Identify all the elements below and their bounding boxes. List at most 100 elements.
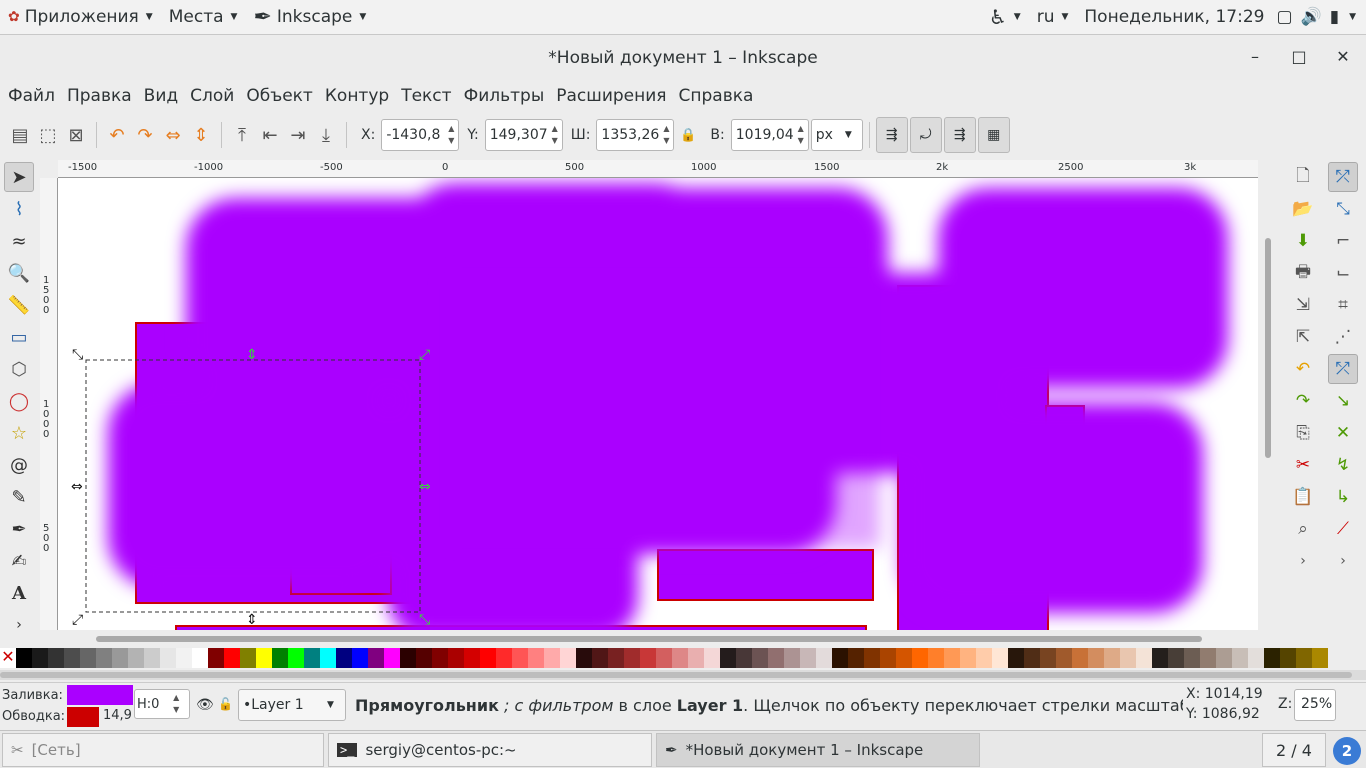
snap-nodes-icon[interactable]: ⤱ (1328, 354, 1358, 384)
color-swatch[interactable] (608, 648, 624, 668)
flip-vertical-icon[interactable]: ⇕ (187, 121, 215, 149)
horizontal-scroll-thumb[interactable] (96, 636, 1202, 642)
rectangle-shape[interactable] (657, 549, 874, 601)
color-swatch[interactable] (1008, 648, 1024, 668)
maximize-button[interactable]: □ (1289, 47, 1309, 66)
move-patterns-toggle[interactable]: ▦ (977, 117, 1010, 153)
vertical-ruler[interactable]: 1500 1000 500 (40, 178, 58, 630)
rectangle-tool-icon[interactable]: ▭ (4, 322, 34, 352)
lower-to-bottom-icon[interactable]: ⤓ (312, 121, 340, 149)
color-swatch[interactable] (1088, 648, 1104, 668)
color-swatch[interactable] (1184, 648, 1200, 668)
color-swatch[interactable] (128, 648, 144, 668)
layer-visibility-icon[interactable]: 👁 (196, 697, 214, 713)
copy-icon[interactable]: ⎘ (1288, 418, 1318, 448)
save-icon[interactable]: ⬇ (1288, 226, 1318, 256)
color-swatch[interactable] (880, 648, 896, 668)
color-swatch[interactable] (848, 648, 864, 668)
color-swatch[interactable] (80, 648, 96, 668)
snap-guides-icon[interactable]: ⟋ (1328, 514, 1358, 544)
menu-help[interactable]: Справка (673, 80, 760, 112)
window-icon[interactable]: ▢ (1272, 0, 1296, 35)
snap-paths-icon[interactable]: ↘ (1328, 386, 1358, 416)
flip-horizontal-icon[interactable]: ⇔ (159, 121, 187, 149)
color-swatch[interactable] (1040, 648, 1056, 668)
color-swatch[interactable] (368, 648, 384, 668)
zoom-tool-icon[interactable]: 🔍 (4, 258, 34, 288)
layer-lock-icon[interactable]: 🔓 (218, 697, 233, 711)
lower-icon[interactable]: ⇥ (284, 121, 312, 149)
color-swatch[interactable] (1104, 648, 1120, 668)
color-swatch[interactable] (752, 648, 768, 668)
color-swatch[interactable] (352, 648, 368, 668)
tweak-tool-icon[interactable]: ≈ (4, 226, 34, 256)
opacity-stepper-icon[interactable]: ▲ ▼ (173, 692, 179, 716)
color-swatch[interactable] (16, 648, 32, 668)
color-swatch[interactable] (864, 648, 880, 668)
color-swatch[interactable] (336, 648, 352, 668)
color-swatch[interactable] (1216, 648, 1232, 668)
color-swatch[interactable] (1072, 648, 1088, 668)
width-stepper-icon[interactable]: ▲ ▼ (659, 123, 673, 147)
color-swatch[interactable] (304, 648, 320, 668)
snap-bbox-edges-icon[interactable]: ⌐ (1328, 226, 1358, 256)
color-swatch[interactable] (976, 648, 992, 668)
vertical-scrollbar[interactable] (1260, 178, 1274, 630)
color-swatch[interactable] (896, 648, 912, 668)
rotate-ccw-icon[interactable]: ↶ (103, 121, 131, 149)
menu-layer[interactable]: Слой (184, 80, 240, 112)
stroke-width-value[interactable]: 14,9 (103, 708, 132, 723)
more-commands-icon[interactable]: › (1288, 546, 1318, 576)
color-swatch[interactable] (528, 648, 544, 668)
menu-extensions[interactable]: Расширения (550, 80, 672, 112)
unit-select[interactable]: px ▼ (810, 119, 863, 151)
height-stepper-icon[interactable]: ▲ ▼ (794, 123, 808, 147)
measure-tool-icon[interactable]: 📏 (4, 290, 34, 320)
3d-box-tool-icon[interactable]: ⬡ (4, 354, 34, 384)
horizontal-scrollbar[interactable] (58, 632, 1258, 646)
star-tool-icon[interactable]: ☆ (4, 418, 34, 448)
horizontal-ruler[interactable]: -1500 -1000 -500 0 500 1000 1500 2k 2500… (58, 160, 1258, 178)
selector-tool-icon[interactable]: ➤ (4, 162, 34, 192)
places-menu[interactable]: Места ▼ (161, 0, 246, 35)
snap-bbox-corners-icon[interactable]: ⌙ (1328, 258, 1358, 288)
color-swatch[interactable] (672, 648, 688, 668)
zoom-field[interactable]: 25% (1294, 689, 1336, 721)
select-all-layers-icon[interactable]: ⬚ (34, 121, 62, 149)
print-icon[interactable]: 🖶 (1288, 258, 1318, 288)
color-swatch[interactable] (512, 648, 528, 668)
zoom-fit-icon[interactable]: ⌕ (1288, 514, 1318, 544)
color-swatch[interactable] (1120, 648, 1136, 668)
palette-scrollbar[interactable] (0, 670, 1366, 680)
calligraphy-tool-icon[interactable]: ✍ (4, 546, 34, 576)
y-stepper-icon[interactable]: ▲ ▼ (548, 123, 562, 147)
color-swatch[interactable] (192, 648, 208, 668)
system-menu[interactable]: ▼ (1343, 0, 1366, 35)
color-swatch[interactable] (688, 648, 704, 668)
color-swatch[interactable] (576, 648, 592, 668)
menu-file[interactable]: Файл (2, 80, 61, 112)
task-network[interactable]: ✂ [Сеть] (2, 733, 324, 767)
export-icon[interactable]: ⇱ (1288, 322, 1318, 352)
active-app-menu[interactable]: ✒ Inkscape ▼ (245, 0, 374, 35)
color-swatch[interactable] (1200, 648, 1216, 668)
color-swatch[interactable] (432, 648, 448, 668)
color-swatch[interactable] (544, 648, 560, 668)
more-tools-icon[interactable]: › (4, 610, 34, 640)
blurred-rectangle-shape[interactable] (903, 403, 1203, 613)
raise-icon[interactable]: ⇤ (256, 121, 284, 149)
snap-bbox-icon[interactable]: ⤡ (1328, 194, 1358, 224)
snap-bbox-midpoints-icon[interactable]: ⌗ (1328, 290, 1358, 320)
menu-path[interactable]: Контур (319, 80, 395, 112)
menu-edit[interactable]: Правка (61, 80, 138, 112)
volume-icon[interactable]: 🔊 (1297, 0, 1326, 35)
color-swatch[interactable] (144, 648, 160, 668)
canvas-drawing[interactable]: ⤡ ⤢ ⇔ ⇕ ⇕ ⤢ ⇔ ⤡ (58, 178, 1258, 630)
width-field[interactable]: 1353,26 ▲ ▼ (596, 119, 675, 151)
pen-tool-icon[interactable]: ✒ (4, 514, 34, 544)
color-swatch[interactable] (592, 648, 608, 668)
task-inkscape[interactable]: ✒ *Новый документ 1 – Inkscape (656, 733, 980, 767)
color-swatch[interactable] (640, 648, 656, 668)
color-swatch[interactable] (384, 648, 400, 668)
text-tool-icon[interactable]: A (4, 578, 34, 608)
